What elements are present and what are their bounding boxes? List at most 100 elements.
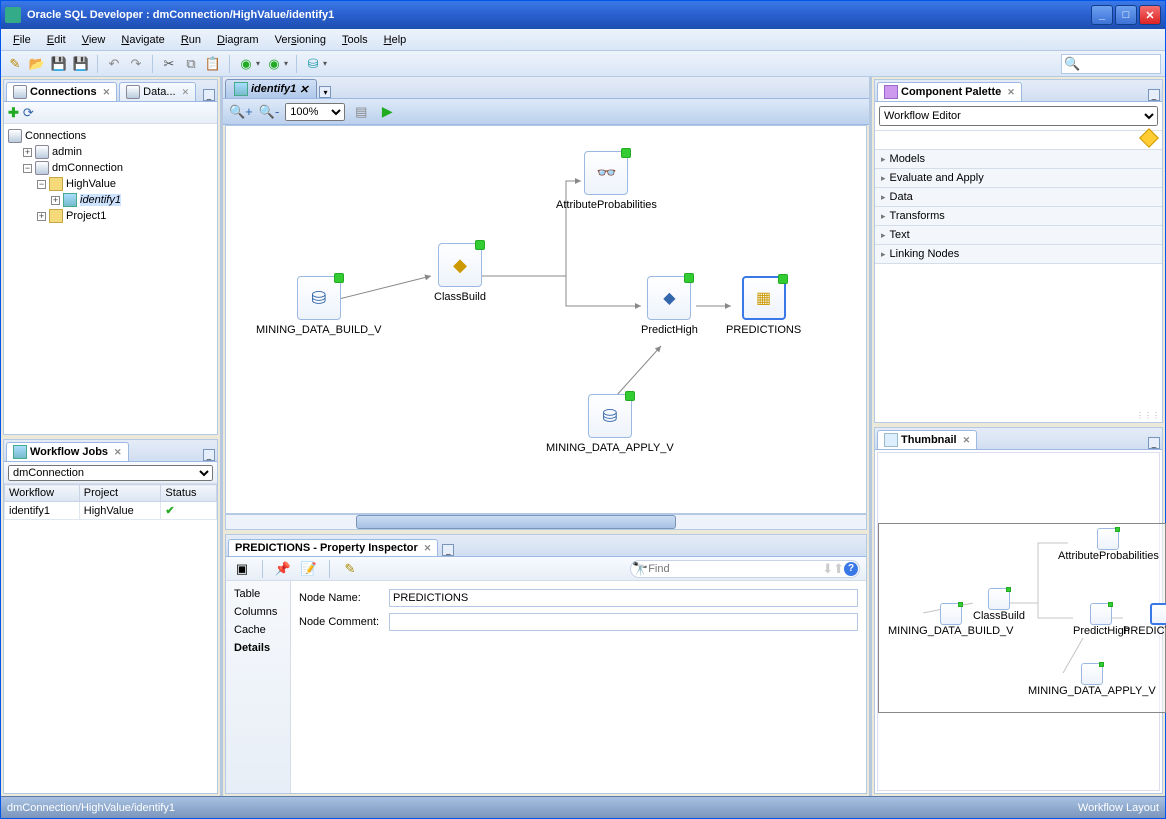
menu-versioning[interactable]: Versioning bbox=[267, 32, 334, 48]
status-right: Workflow Layout bbox=[1078, 802, 1159, 814]
menu-navigate[interactable]: Navigate bbox=[113, 32, 172, 48]
minimize-button[interactable]: _ bbox=[1091, 5, 1113, 25]
node-name-input[interactable] bbox=[389, 589, 858, 607]
copy-button[interactable]: ⧉ bbox=[181, 54, 201, 74]
editor-toolbar: 🔍+ 🔍- 100% ▤ ▶ bbox=[223, 99, 869, 125]
menu-view[interactable]: View bbox=[74, 32, 114, 48]
panel-minimize-button[interactable]: _ bbox=[1148, 437, 1160, 449]
node-mining-data-build[interactable]: ⛁MINING_DATA_BUILD_V bbox=[256, 276, 382, 336]
menu-file[interactable]: File bbox=[5, 32, 39, 48]
pencil-button[interactable]: ✎ bbox=[340, 559, 360, 579]
palette-cat-linking[interactable]: ▸Linking Nodes bbox=[875, 244, 1162, 263]
close-icon[interactable]: ✕ bbox=[103, 87, 111, 98]
palette-cat-models[interactable]: ▸Models bbox=[875, 149, 1162, 168]
find-input[interactable] bbox=[648, 563, 822, 575]
editor-dropdown-button[interactable]: ▾ bbox=[319, 86, 331, 98]
cut-button[interactable]: ✂ bbox=[159, 54, 179, 74]
help-button[interactable]: ? bbox=[844, 562, 858, 576]
edit-button[interactable]: 📝 bbox=[299, 559, 319, 579]
node-attribute-probabilities[interactable]: 👓AttributeProbabilities bbox=[556, 151, 657, 211]
zoom-select[interactable]: 100% bbox=[285, 103, 345, 121]
paste-button[interactable]: 📋 bbox=[203, 54, 223, 74]
refresh-button[interactable]: ⟳ bbox=[23, 106, 34, 119]
workflow-jobs-table[interactable]: WorkflowProjectStatus identify1HighValue… bbox=[4, 484, 217, 520]
prop-tab-columns[interactable]: Columns bbox=[226, 603, 290, 621]
undo-button[interactable]: ↶ bbox=[104, 54, 124, 74]
close-icon[interactable]: ✕ bbox=[299, 83, 308, 96]
sql-button[interactable]: ⛁ bbox=[303, 54, 323, 74]
navback-button[interactable]: ◉ bbox=[236, 54, 256, 74]
maximize-button[interactable]: □ bbox=[1115, 5, 1137, 25]
tab-thumbnail[interactable]: Thumbnail✕ bbox=[877, 430, 977, 449]
close-icon[interactable]: ✕ bbox=[1007, 87, 1015, 98]
panel-minimize-button[interactable]: _ bbox=[203, 89, 215, 101]
close-button[interactable]: ✕ bbox=[1139, 5, 1161, 25]
new-button[interactable]: ✎ bbox=[5, 54, 25, 74]
find-prev-button[interactable]: ⬆ bbox=[833, 562, 844, 575]
panel-minimize-button[interactable]: _ bbox=[203, 449, 215, 461]
table-row[interactable]: identify1HighValue✔ bbox=[5, 502, 217, 520]
status-left: dmConnection/HighValue/identify1 bbox=[7, 802, 175, 814]
close-icon[interactable]: ✕ bbox=[963, 435, 971, 446]
connections-tree[interactable]: Connections +admin −dmConnection −HighVa… bbox=[4, 124, 217, 434]
tab-property-inspector[interactable]: PREDICTIONS - Property Inspector✕ bbox=[228, 539, 438, 556]
node-classbuild[interactable]: ◆ClassBuild bbox=[434, 243, 486, 303]
workflow-canvas[interactable]: ⛁MINING_DATA_BUILD_V ◆ClassBuild 👓Attrib… bbox=[225, 125, 867, 514]
prop-tool1-button[interactable]: ▣ bbox=[232, 559, 252, 579]
search-box[interactable]: 🔍 bbox=[1061, 54, 1161, 74]
close-icon[interactable]: ✕ bbox=[114, 447, 122, 458]
horizontal-scrollbar[interactable] bbox=[225, 514, 867, 530]
node-comment-input[interactable] bbox=[389, 613, 858, 631]
property-find-box[interactable]: 🔭 ⬇ ⬆ ? bbox=[630, 560, 860, 578]
close-icon[interactable]: ✕ bbox=[182, 87, 190, 98]
app-icon bbox=[5, 7, 21, 23]
node-comment-label: Node Comment: bbox=[299, 616, 389, 628]
open-button[interactable]: 📂 bbox=[27, 54, 47, 74]
redo-button[interactable]: ↷ bbox=[126, 54, 146, 74]
tab-component-palette[interactable]: Component Palette✕ bbox=[877, 82, 1022, 101]
menu-diagram[interactable]: Diagram bbox=[209, 32, 267, 48]
panel-minimize-button[interactable]: _ bbox=[442, 544, 454, 556]
menu-run[interactable]: Run bbox=[173, 32, 209, 48]
palette-selector[interactable]: Workflow Editor bbox=[879, 106, 1158, 126]
add-connection-button[interactable]: ✚ bbox=[8, 106, 19, 119]
property-tabs: Table Columns Cache Details bbox=[226, 581, 291, 793]
window-title: Oracle SQL Developer : dmConnection/High… bbox=[27, 9, 334, 21]
layout-button[interactable]: ▤ bbox=[351, 102, 371, 122]
close-icon[interactable]: ✕ bbox=[424, 543, 432, 554]
tab-workflow-jobs[interactable]: Workflow Jobs✕ bbox=[6, 442, 129, 461]
save-button[interactable]: 💾 bbox=[49, 54, 69, 74]
binoculars-icon: 🔭 bbox=[632, 562, 648, 575]
palette-cat-transforms[interactable]: ▸Transforms bbox=[875, 206, 1162, 225]
zoomout-button[interactable]: 🔍- bbox=[259, 105, 280, 118]
palette-cat-evaluate[interactable]: ▸Evaluate and Apply bbox=[875, 168, 1162, 187]
node-predicthigh[interactable]: ◆PredictHigh bbox=[641, 276, 698, 336]
check-icon: ✔ bbox=[165, 505, 174, 517]
run-button[interactable]: ▶ bbox=[377, 102, 397, 122]
tab-connections[interactable]: Connections✕ bbox=[6, 82, 117, 101]
menubar: File Edit View Navigate Run Diagram Vers… bbox=[1, 29, 1165, 51]
saveall-button[interactable]: 💾 bbox=[71, 54, 91, 74]
menu-tools[interactable]: Tools bbox=[334, 32, 376, 48]
wfjobs-connection-select[interactable]: dmConnection bbox=[8, 465, 213, 481]
prop-tab-table[interactable]: Table bbox=[226, 585, 290, 603]
node-mining-data-apply[interactable]: ⛁MINING_DATA_APPLY_V bbox=[546, 394, 674, 454]
thumbnail-canvas[interactable]: MINING_DATA_BUILD_V ClassBuild Attribute… bbox=[877, 452, 1160, 791]
find-next-button[interactable]: ⬇ bbox=[822, 562, 833, 575]
palette-cat-data[interactable]: ▸Data bbox=[875, 187, 1162, 206]
menu-help[interactable]: Help bbox=[376, 32, 415, 48]
node-predictions[interactable]: ▦PREDICTIONS bbox=[726, 276, 801, 336]
resize-grip-icon[interactable]: ⋮⋮⋮ bbox=[1136, 411, 1160, 420]
navfwd-button[interactable]: ◉ bbox=[264, 54, 284, 74]
editor-tab-identify1[interactable]: identify1✕ bbox=[225, 79, 317, 98]
warning-icon bbox=[1139, 128, 1159, 148]
prop-tab-cache[interactable]: Cache bbox=[226, 621, 290, 639]
menu-edit[interactable]: Edit bbox=[39, 32, 74, 48]
prop-tab-details[interactable]: Details bbox=[226, 639, 290, 657]
panel-minimize-button[interactable]: _ bbox=[1148, 89, 1160, 101]
node-name-label: Node Name: bbox=[299, 592, 389, 604]
tab-data[interactable]: Data...✕ bbox=[119, 82, 196, 101]
pin-button[interactable]: 📌 bbox=[273, 559, 293, 579]
palette-cat-text[interactable]: ▸Text bbox=[875, 225, 1162, 244]
zoomin-button[interactable]: 🔍+ bbox=[229, 105, 253, 118]
